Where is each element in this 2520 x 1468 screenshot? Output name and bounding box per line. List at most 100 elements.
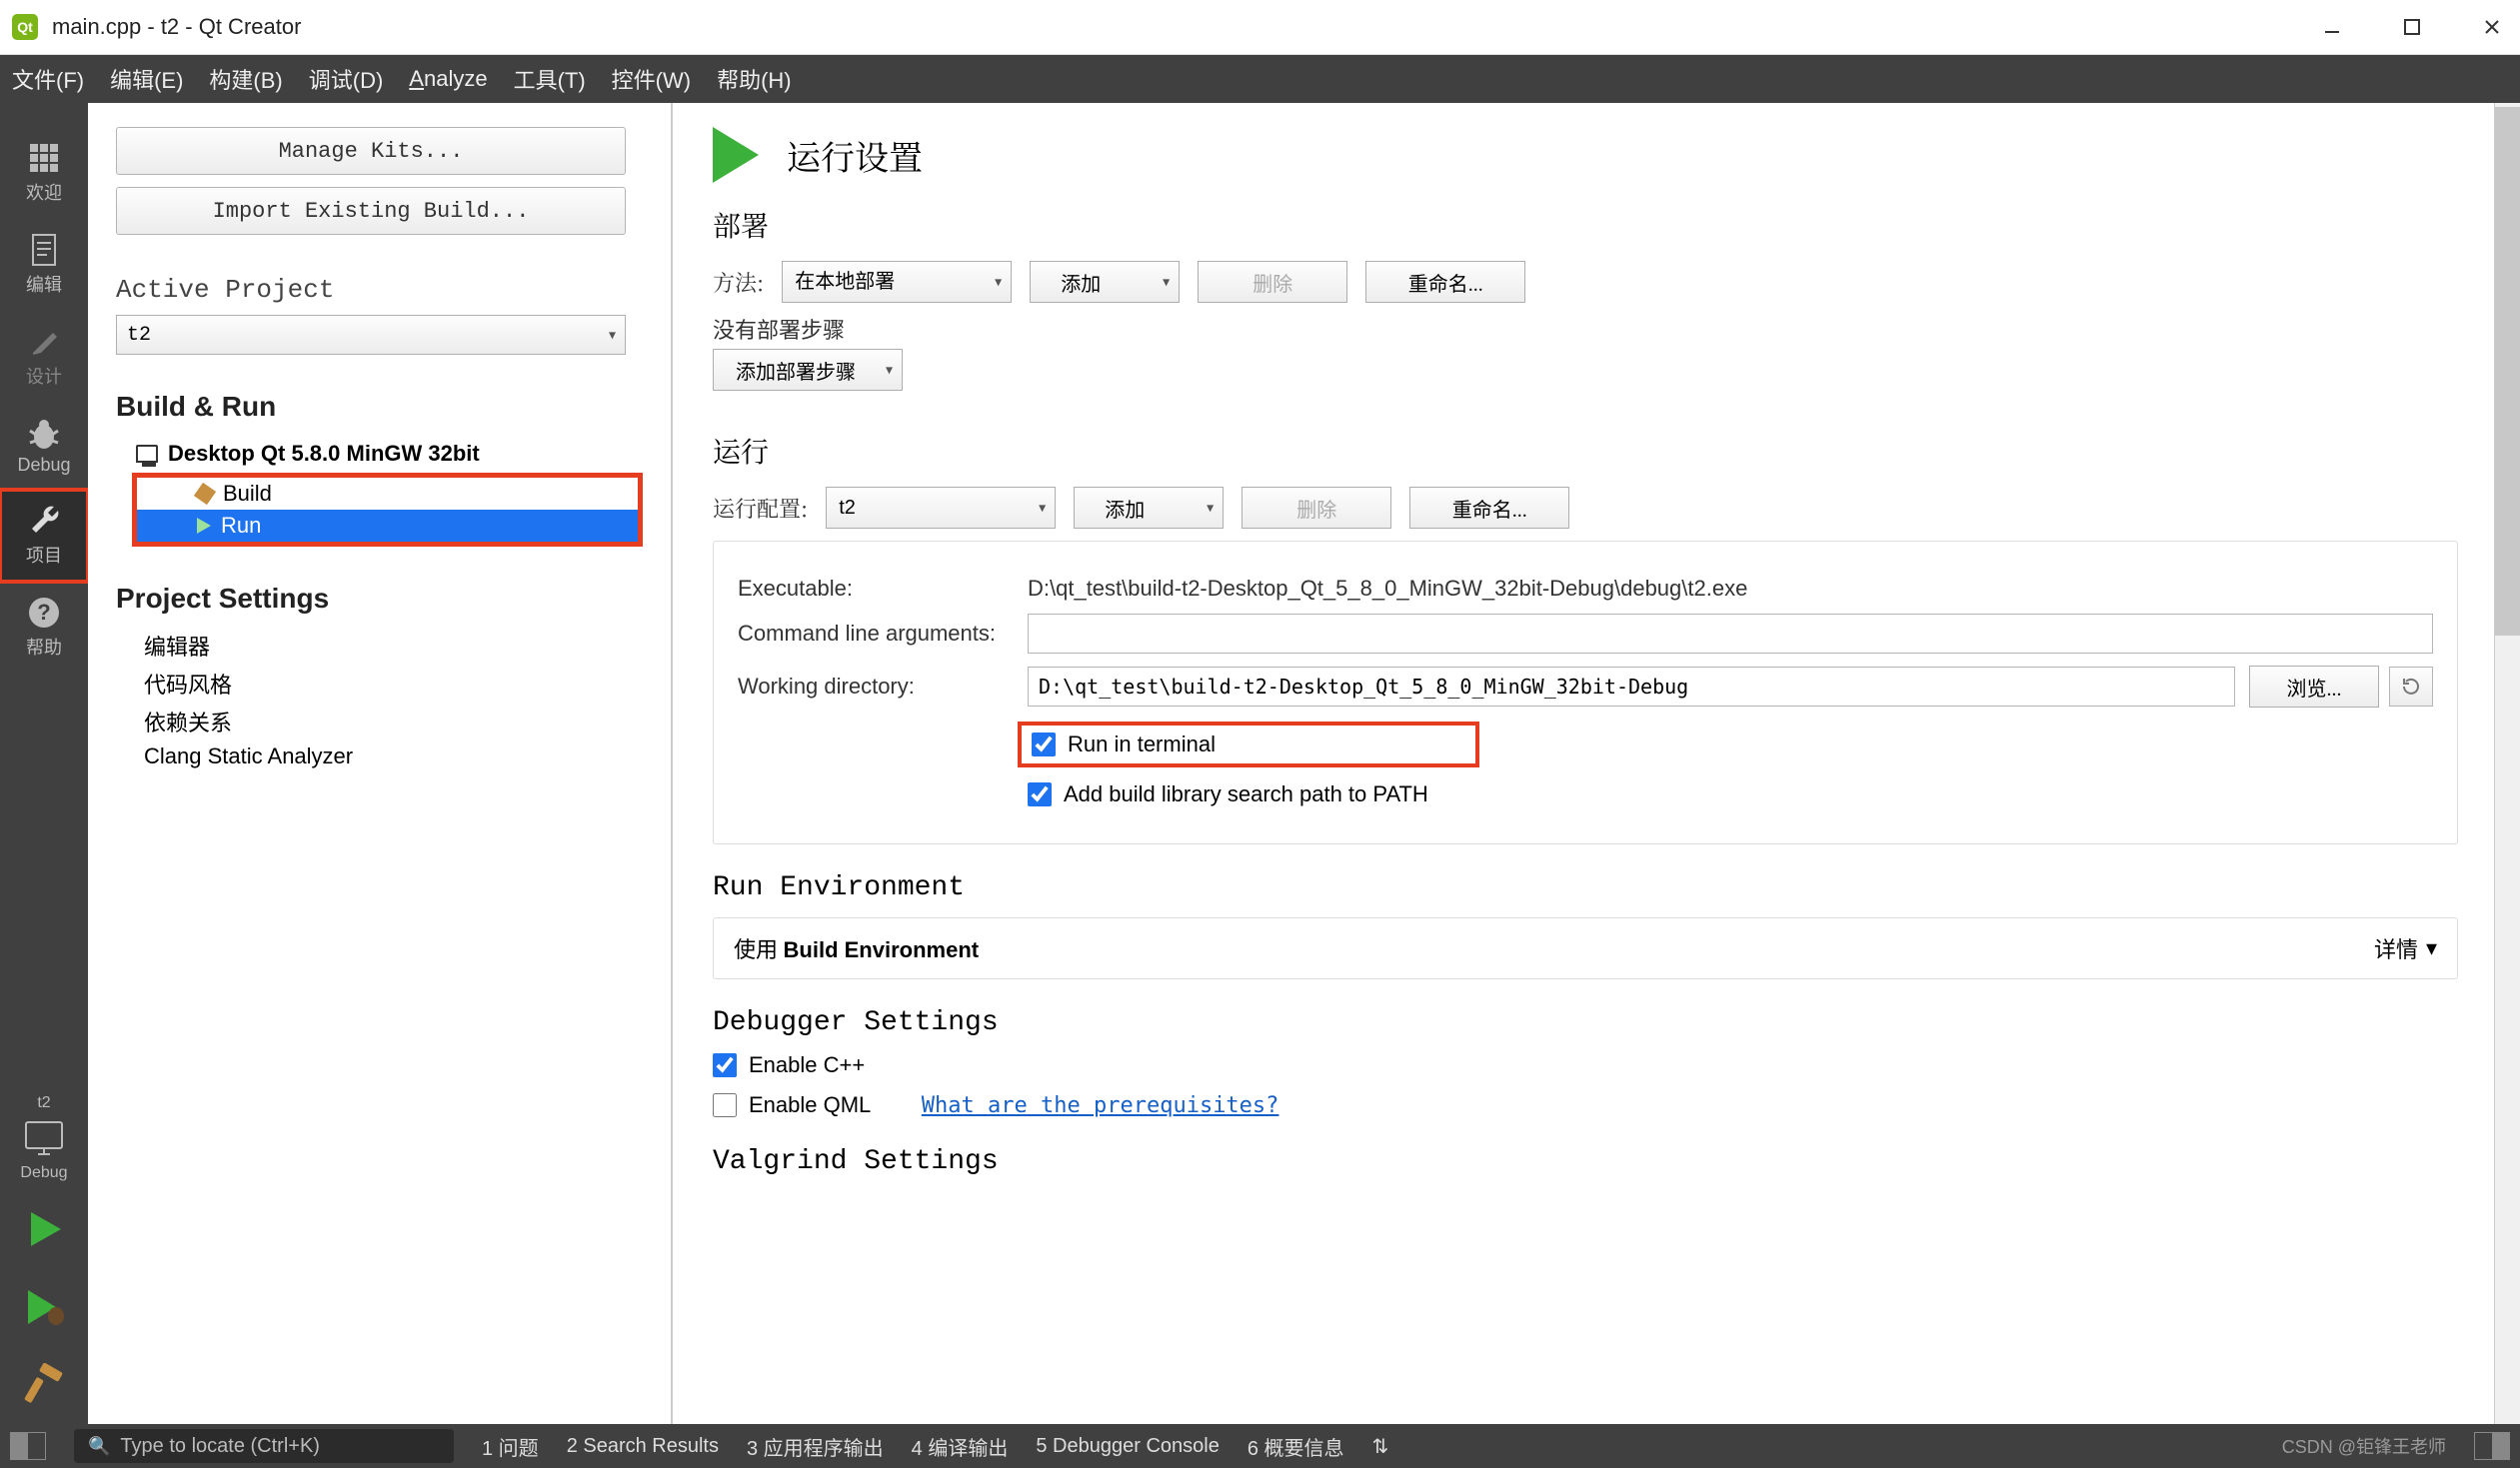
run-in-terminal-label: Run in terminal bbox=[1068, 732, 1216, 757]
menu-edit[interactable]: 编辑(E) bbox=[110, 63, 183, 95]
panel-header: 运行设置 bbox=[713, 127, 2458, 183]
import-build-button[interactable]: Import Existing Build... bbox=[116, 187, 626, 235]
mode-welcome[interactable]: 欢迎 bbox=[0, 127, 88, 219]
run-config-label: 运行配置: bbox=[713, 493, 808, 524]
chevron-updown-icon[interactable]: ⇅ bbox=[1372, 1434, 1389, 1459]
args-input[interactable] bbox=[1028, 614, 2433, 654]
deploy-method-select[interactable]: 在本地部署 bbox=[782, 261, 1012, 303]
maximize-button[interactable] bbox=[2396, 11, 2428, 43]
sb-appout[interactable]: 3 应用程序输出 bbox=[747, 1432, 884, 1461]
sb-search[interactable]: 2 Search Results bbox=[567, 1435, 719, 1458]
run-debug-button[interactable] bbox=[19, 1282, 69, 1332]
build-button[interactable] bbox=[19, 1360, 69, 1410]
app-window: Qt main.cpp - t2 - Qt Creator 文件(F) 编辑(E… bbox=[0, 0, 2520, 1468]
mode-design-label: 设计 bbox=[26, 363, 62, 389]
mode-edit-label: 编辑 bbox=[26, 271, 62, 297]
highlight-box: Build Run bbox=[132, 473, 643, 547]
locator-placeholder: Type to locate (Ctrl+K) bbox=[120, 1435, 320, 1458]
app-icon: Qt bbox=[12, 14, 38, 40]
kit-tree: Desktop Qt 5.8.0 MinGW 32bit Build Run bbox=[132, 435, 643, 547]
svg-text:?: ? bbox=[37, 600, 50, 625]
body: 欢迎 编辑 设计 Debug bbox=[0, 103, 2520, 1424]
minimize-button[interactable] bbox=[2316, 11, 2348, 43]
project-settings-list: 编辑器 代码风格 依赖关系 Clang Static Analyzer bbox=[116, 627, 643, 772]
wd-label: Working directory: bbox=[738, 674, 1028, 700]
ps-editor[interactable]: 编辑器 bbox=[116, 627, 643, 665]
menu-tools[interactable]: 工具(T) bbox=[514, 63, 586, 95]
sb-general[interactable]: 6 概要信息 bbox=[1248, 1432, 1344, 1461]
window-title: main.cpp - t2 - Qt Creator bbox=[52, 14, 2316, 40]
run-in-terminal-checkbox[interactable] bbox=[1032, 733, 1056, 756]
env-text: 使用 Build Environment bbox=[734, 932, 2374, 964]
run-delete-button[interactable]: 删除 bbox=[1242, 487, 1391, 529]
mode-edit[interactable]: 编辑 bbox=[0, 219, 88, 311]
target-selector[interactable]: t2 Debug bbox=[0, 1086, 88, 1190]
menu-file[interactable]: 文件(F) bbox=[12, 63, 84, 95]
enable-cpp-checkbox[interactable] bbox=[713, 1053, 737, 1077]
menu-analyze[interactable]: Analyze bbox=[409, 66, 487, 92]
tree-run-label: Run bbox=[221, 513, 261, 539]
kit-item[interactable]: Desktop Qt 5.8.0 MinGW 32bit bbox=[132, 435, 643, 473]
sb-compile[interactable]: 4 编译输出 bbox=[912, 1432, 1009, 1461]
sb-issues[interactable]: 1 问题 bbox=[482, 1432, 539, 1461]
browse-button[interactable]: 浏览... bbox=[2249, 666, 2379, 708]
document-icon bbox=[23, 229, 65, 271]
method-label: 方法: bbox=[713, 267, 764, 298]
reset-wd-button[interactable] bbox=[2389, 667, 2433, 707]
hammer-icon bbox=[194, 483, 216, 505]
mode-debug[interactable]: Debug bbox=[0, 403, 88, 490]
watermark: CSDN @钜锋王老师 bbox=[2282, 1433, 2446, 1459]
env-details-toggle[interactable]: 详情 ▾ bbox=[2374, 932, 2437, 964]
deploy-delete-button[interactable]: 删除 bbox=[1198, 261, 1347, 303]
run-rename-button[interactable]: 重命名... bbox=[1409, 487, 1569, 529]
enable-qml-checkbox[interactable] bbox=[713, 1093, 737, 1117]
statusbar: 🔍 Type to locate (Ctrl+K) 1 问题 2 Search … bbox=[0, 1424, 2520, 1468]
play-icon bbox=[197, 518, 211, 534]
add-lib-path-checkbox[interactable] bbox=[1028, 782, 1052, 806]
mode-design[interactable]: 设计 bbox=[0, 311, 88, 403]
panel-title: 运行设置 bbox=[787, 131, 923, 180]
active-project-select[interactable]: t2 bbox=[116, 315, 626, 355]
valgrind-heading: Valgrind Settings bbox=[713, 1146, 2458, 1177]
target-mode: Debug bbox=[20, 1164, 67, 1182]
env-heading: Run Environment bbox=[713, 872, 2458, 903]
mode-project[interactable]: 项目 bbox=[0, 490, 88, 582]
ps-clang[interactable]: Clang Static Analyzer bbox=[116, 740, 643, 772]
run-add-button[interactable]: 添加 bbox=[1074, 487, 1224, 529]
sb-dbgconsole[interactable]: 5 Debugger Console bbox=[1036, 1435, 1219, 1458]
vertical-scrollbar[interactable] bbox=[2494, 103, 2520, 1424]
tree-run[interactable]: Run bbox=[137, 510, 638, 542]
close-button[interactable] bbox=[2476, 11, 2508, 43]
mode-project-label: 项目 bbox=[26, 542, 62, 568]
menu-widgets[interactable]: 控件(W) bbox=[612, 63, 691, 95]
menu-debug[interactable]: 调试(D) bbox=[309, 63, 384, 95]
manage-kits-button[interactable]: Manage Kits... bbox=[116, 127, 626, 175]
env-box: 使用 Build Environment 详情 ▾ bbox=[713, 917, 2458, 979]
wd-input[interactable] bbox=[1028, 667, 2235, 707]
menu-build[interactable]: 构建(B) bbox=[209, 63, 282, 95]
mode-bar: 欢迎 编辑 设计 Debug bbox=[0, 103, 88, 1424]
locator[interactable]: 🔍 Type to locate (Ctrl+K) bbox=[74, 1429, 454, 1463]
ps-codestyle[interactable]: 代码风格 bbox=[116, 665, 643, 703]
run-form: Executable: D:\qt_test\build-t2-Desktop_… bbox=[713, 541, 2458, 844]
ps-dependencies[interactable]: 依赖关系 bbox=[116, 703, 643, 740]
mode-help[interactable]: ? 帮助 bbox=[0, 582, 88, 674]
menu-help[interactable]: 帮助(H) bbox=[717, 63, 792, 95]
pane-toggle-right[interactable] bbox=[2474, 1432, 2510, 1460]
tree-build[interactable]: Build bbox=[137, 478, 638, 510]
deploy-rename-button[interactable]: 重命名... bbox=[1365, 261, 1525, 303]
mode-welcome-label: 欢迎 bbox=[26, 179, 62, 205]
deploy-add-button[interactable]: 添加 bbox=[1030, 261, 1180, 303]
desktop-icon bbox=[136, 445, 158, 463]
run-button[interactable] bbox=[19, 1204, 69, 1254]
menubar: 文件(F) 编辑(E) 构建(B) 调试(D) Analyze 工具(T) 控件… bbox=[0, 55, 2520, 103]
highlight-terminal: Run in terminal bbox=[1018, 722, 1479, 767]
kit-name: Desktop Qt 5.8.0 MinGW 32bit bbox=[168, 441, 480, 467]
run-config-select[interactable]: t2 bbox=[826, 487, 1056, 529]
pane-toggle-button[interactable] bbox=[10, 1432, 46, 1460]
target-name: t2 bbox=[37, 1094, 50, 1112]
qml-prereq-link[interactable]: What are the prerequisites? bbox=[922, 1093, 1279, 1118]
help-icon: ? bbox=[23, 592, 65, 634]
args-label: Command line arguments: bbox=[738, 621, 1028, 647]
add-deploy-step-button[interactable]: 添加部署步骤 bbox=[713, 349, 903, 391]
